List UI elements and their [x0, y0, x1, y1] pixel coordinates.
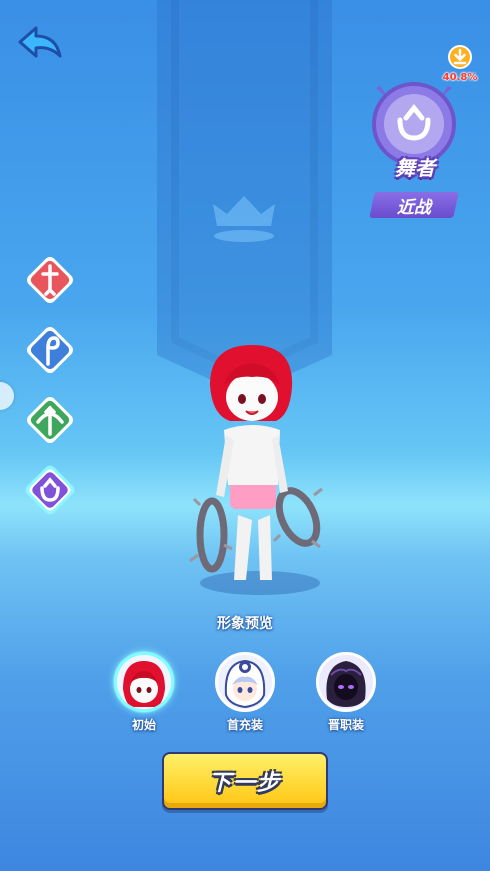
class-button-sword[interactable] — [22, 252, 78, 308]
class-name: 舞者 — [395, 156, 435, 180]
chakram-left-icon — [189, 497, 233, 573]
side-pull-tab[interactable] — [0, 382, 14, 410]
skin-option-first-recharge[interactable]: 首充装 — [212, 652, 278, 733]
preview-label: 形象预览 — [217, 616, 273, 632]
class-button-frame — [27, 257, 73, 303]
next-step-button[interactable]: 下一步 — [162, 752, 328, 810]
skin-avatar — [215, 652, 275, 712]
skin-label: 首充装 — [226, 718, 263, 732]
back-button[interactable] — [16, 24, 64, 64]
shadow-hood-avatar-icon — [319, 655, 373, 709]
class-button-frame — [27, 327, 73, 373]
next-step-label: 下一步 — [208, 771, 281, 796]
class-button-bow[interactable] — [22, 392, 78, 448]
download-icon — [448, 45, 472, 69]
class-type-badge: 近战 — [369, 192, 459, 218]
character-model — [189, 345, 323, 595]
skin-option-initial[interactable]: 初始 — [111, 652, 177, 733]
red-hair-avatar-icon — [117, 655, 171, 709]
skin-label: 晋职装 — [327, 718, 364, 732]
background-banner — [157, 0, 332, 395]
skin-avatar — [316, 652, 376, 712]
class-type-label: 近战 — [397, 197, 431, 218]
skin-avatar — [114, 652, 174, 712]
class-button-staff[interactable] — [22, 322, 78, 378]
class-button-frame — [25, 465, 75, 515]
white-hood-avatar-icon — [218, 655, 272, 709]
chakram-right-icon — [272, 487, 323, 549]
skin-option-promotion[interactable]: 晋职装 — [313, 652, 379, 733]
skin-label: 初始 — [131, 718, 156, 732]
class-button-dancer[interactable] — [22, 462, 78, 518]
class-button-frame — [27, 397, 73, 443]
back-arrow-icon — [18, 26, 62, 58]
